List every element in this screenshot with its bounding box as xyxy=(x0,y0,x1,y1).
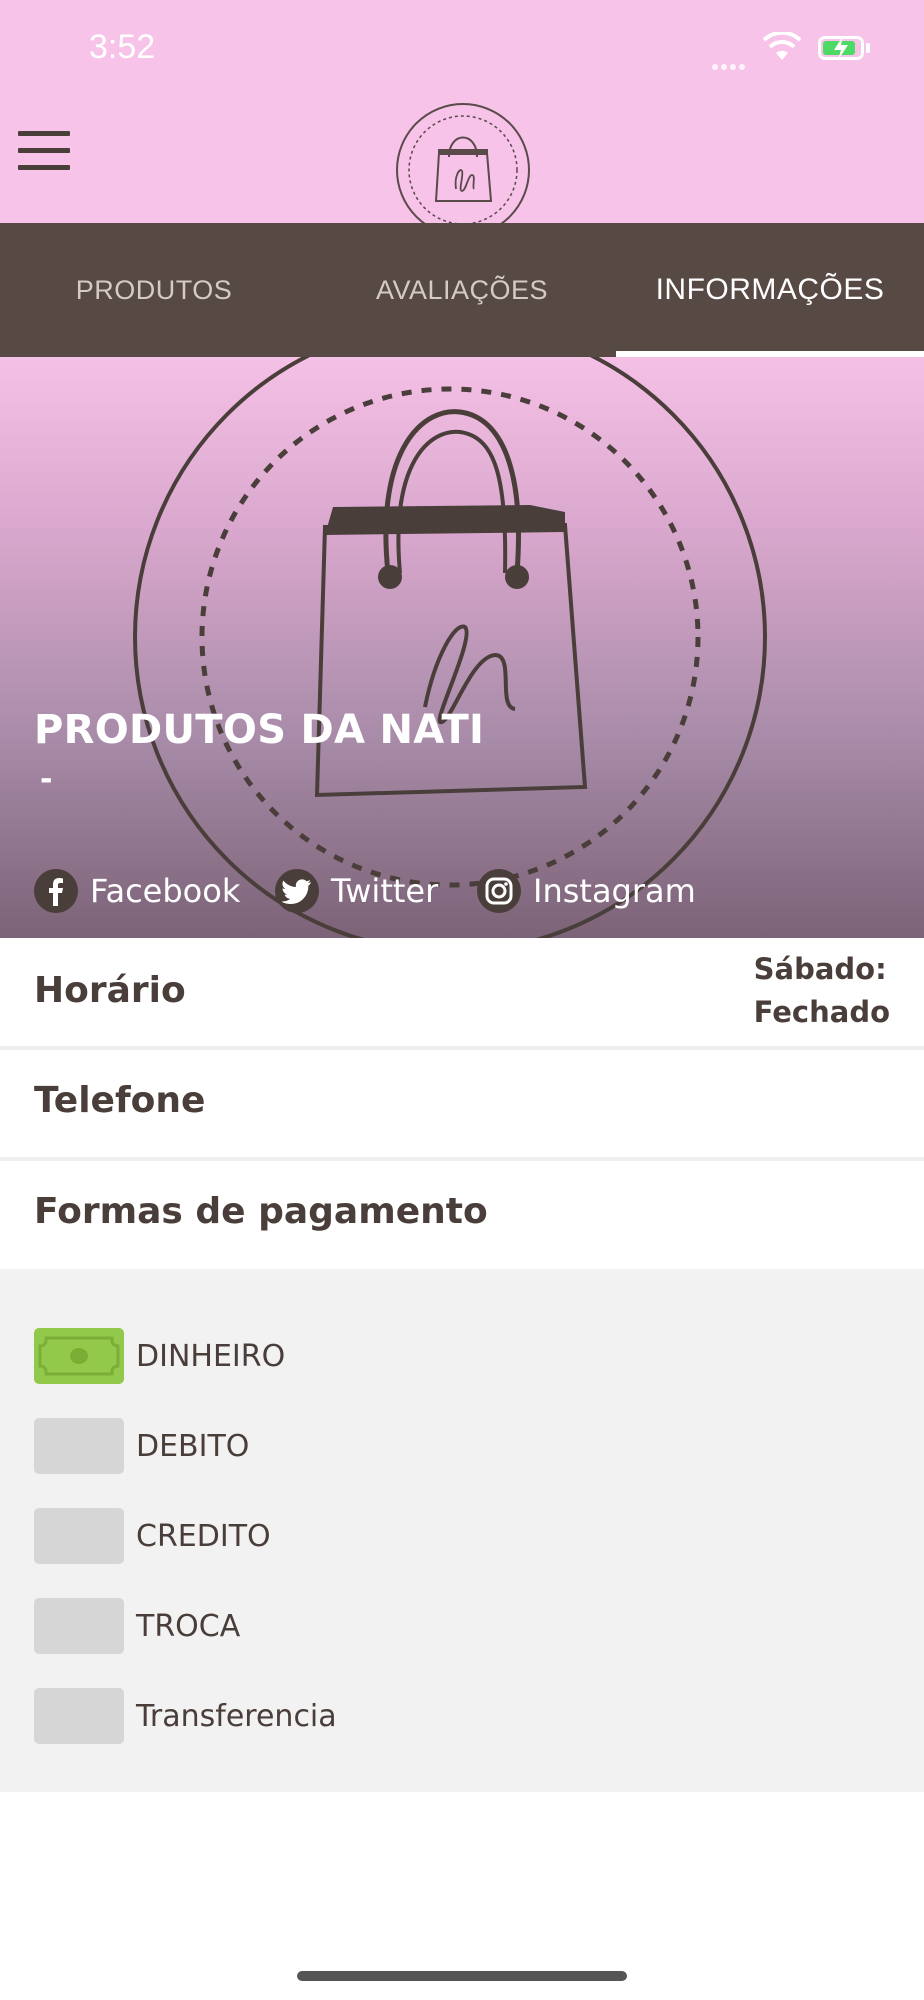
hours-value: Sábado: Fechado xyxy=(754,948,890,1034)
payment-method-transferencia: Transferencia xyxy=(34,1688,337,1744)
tab-avaliacoes[interactable]: AVALIAÇÕES xyxy=(308,223,616,357)
payment-label-credito: CREDITO xyxy=(136,1518,271,1554)
instagram-icon xyxy=(477,869,521,913)
payment-label-debito: DEBITO xyxy=(136,1428,250,1464)
tab-informacoes[interactable]: INFORMAÇÕES xyxy=(616,223,924,357)
status-time: 3:52 xyxy=(89,28,156,66)
instagram-label: Instagram xyxy=(533,872,696,910)
facebook-link[interactable]: Facebook xyxy=(34,867,240,915)
transfer-icon xyxy=(34,1688,124,1744)
credit-card-icon xyxy=(34,1508,124,1564)
status-bar: 3:52 xyxy=(0,0,924,95)
store-logo-large-icon xyxy=(133,357,767,938)
tab-produtos[interactable]: PRODUTOS xyxy=(0,223,308,357)
facebook-label: Facebook xyxy=(90,872,241,910)
payment-method-dinheiro: DINHEIRO xyxy=(34,1328,285,1384)
payment-label-dinheiro: DINHEIRO xyxy=(136,1338,286,1374)
hamburger-menu-icon[interactable] xyxy=(18,127,72,177)
facebook-icon xyxy=(34,869,78,913)
payment-section: Formas de pagamento xyxy=(0,1161,924,1269)
phone-label: Telefone xyxy=(34,1080,206,1121)
cash-icon xyxy=(34,1328,124,1384)
charging-bolt-icon xyxy=(834,36,848,60)
debit-card-icon xyxy=(34,1418,124,1474)
app-header xyxy=(0,95,924,237)
payment-methods-list: DINHEIRO DEBITO CREDITO TROCA Transferen… xyxy=(0,1269,924,1792)
twitter-link[interactable]: Twitter xyxy=(275,867,438,915)
wifi-icon xyxy=(762,32,802,60)
payment-label-troca: TROCA xyxy=(136,1608,241,1644)
home-indicator[interactable] xyxy=(297,1971,627,1981)
tab-bar: PRODUTOS AVALIAÇÕES INFORMAÇÕES xyxy=(0,223,924,357)
store-subtitle: - xyxy=(40,762,53,797)
store-banner: PRODUTOS DA NATI - Facebook Twitter Inst… xyxy=(0,357,924,938)
phone-section: Telefone xyxy=(0,1050,924,1161)
hours-day: Sábado: xyxy=(753,952,887,986)
payment-method-credito: CREDITO xyxy=(34,1508,271,1564)
payment-method-debito: DEBITO xyxy=(34,1418,249,1474)
payment-method-troca: TROCA xyxy=(34,1598,240,1654)
store-name: PRODUTOS DA NATI xyxy=(34,707,485,753)
payment-label: Formas de pagamento xyxy=(34,1191,488,1232)
cellular-signal-icon xyxy=(712,55,748,74)
hours-status: Fechado xyxy=(753,995,890,1029)
exchange-icon xyxy=(34,1598,124,1654)
twitter-icon xyxy=(275,869,319,913)
hours-section: Horário Sábado: Fechado xyxy=(0,938,924,1050)
store-logo-icon xyxy=(396,103,530,237)
instagram-link[interactable]: Instagram xyxy=(477,867,696,915)
twitter-label: Twitter xyxy=(331,872,439,910)
hours-label: Horário xyxy=(34,970,186,1011)
payment-label-transferencia: Transferencia xyxy=(136,1698,337,1734)
